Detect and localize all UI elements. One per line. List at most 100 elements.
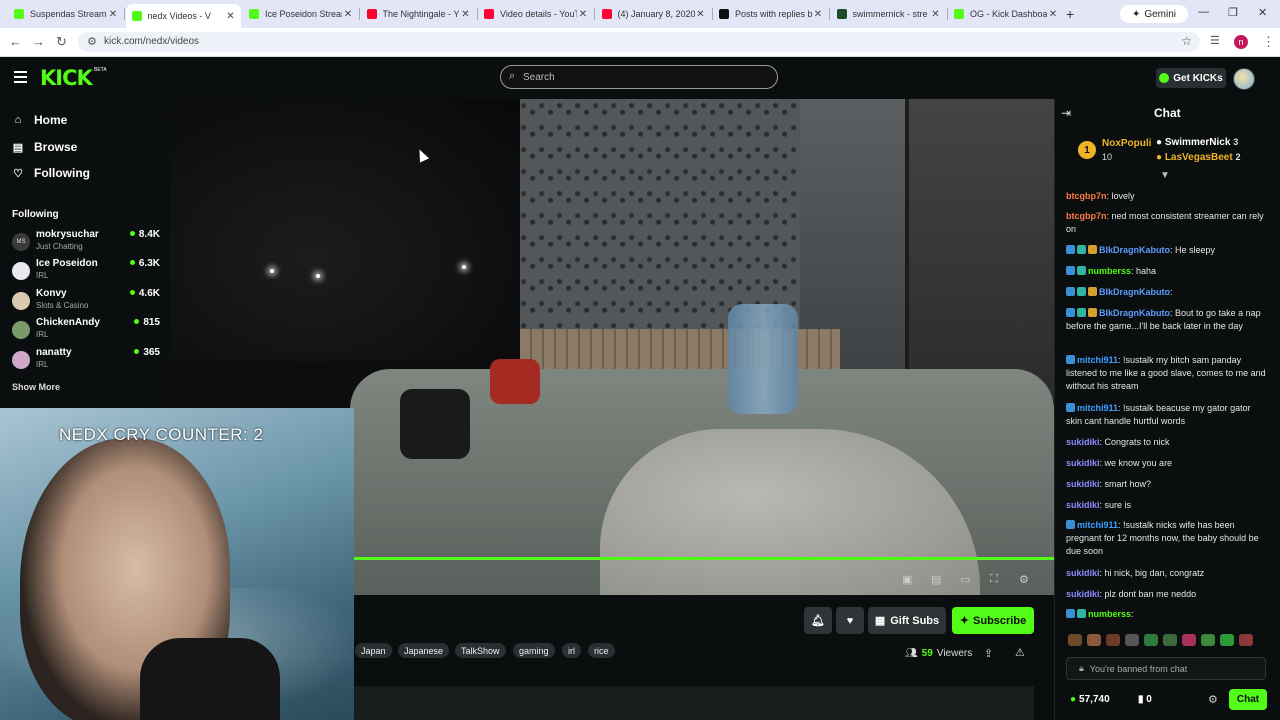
browser-tab[interactable]: Suspendas Stream ✕ <box>8 4 123 24</box>
extensions-icon[interactable]: ☰ <box>1210 34 1220 47</box>
reload-icon[interactable]: ↻ <box>56 34 67 50</box>
tag-chip[interactable]: Japanese <box>398 643 450 658</box>
chat-username[interactable]: BlkDragnKabuto <box>1099 287 1170 297</box>
tag-chip[interactable]: irl <box>562 643 581 658</box>
other-balance[interactable]: ▮ 0 <box>1138 694 1152 705</box>
chat-username[interactable]: sukidiki <box>1066 458 1100 468</box>
user-avatar[interactable] <box>1233 68 1255 90</box>
following-channel[interactable]: Konvy Slots & Casino 4.6K <box>12 288 160 316</box>
following-channel[interactable]: MS mokrysuchar Just Chatting 8.4K <box>12 229 160 257</box>
collapse-chat-icon[interactable]: ⇥ <box>1061 106 1071 120</box>
notification-bell-button[interactable]: 🔔︎ <box>804 607 832 634</box>
chat-username[interactable]: numberss <box>1088 609 1131 619</box>
emote-icon[interactable] <box>1068 634 1082 646</box>
share-icon[interactable]: ⇪ <box>984 647 993 660</box>
following-channel[interactable]: ChickenAndy IRL 815 <box>12 317 160 345</box>
back-icon[interactable]: ← <box>9 34 22 49</box>
chat-username[interactable]: btcgbp7n <box>1066 211 1107 221</box>
browser-tab[interactable]: The Nightingale - Y ✕ <box>361 4 476 24</box>
new-tab-button[interactable]: + <box>1066 6 1074 22</box>
tag-chip[interactable]: Japan <box>355 643 392 658</box>
tab-close-icon[interactable]: ✕ <box>812 9 824 20</box>
tag-chip[interactable]: rice <box>588 643 615 658</box>
chat-username[interactable]: sukidiki <box>1066 568 1100 578</box>
tab-title: (4) January 8, 2020 <box>617 9 695 19</box>
chat-username[interactable]: sukidiki <box>1066 589 1100 599</box>
browser-tab[interactable]: swimmernick - stre ✕ <box>831 4 946 24</box>
chat-username[interactable]: mitchi911 <box>1077 403 1118 413</box>
emote-icon[interactable] <box>1239 634 1253 646</box>
follow-button[interactable]: ♥ <box>836 607 864 634</box>
video-scene-water-jug <box>728 304 798 414</box>
browser-tab[interactable]: Ice Poseidon Strean ✕ <box>243 4 358 24</box>
emote-bar[interactable] <box>1068 634 1268 648</box>
emote-icon[interactable] <box>1220 634 1234 646</box>
chat-username[interactable]: BlkDragnKabuto <box>1099 245 1170 255</box>
tab-close-icon[interactable]: ✕ <box>225 11 237 22</box>
kicks-balance[interactable]: 57,740 <box>1070 694 1110 705</box>
minimize-icon[interactable]: — <box>1198 6 1209 18</box>
browser-tab[interactable]: Posts with replies by ✕ <box>713 4 828 24</box>
chat-username[interactable]: btcgbp7n <box>1066 191 1107 201</box>
fullscreen-icon[interactable]: ⛶ <box>990 573 998 586</box>
maximize-icon[interactable]: ❐ <box>1228 6 1238 19</box>
show-more-link[interactable]: Show More <box>12 382 60 392</box>
gift-subs-button[interactable]: ▦ Gift Subs <box>868 607 946 634</box>
browser-tab[interactable]: Video details - YouT ✕ <box>478 4 593 24</box>
tab-close-icon[interactable]: ✕ <box>460 9 472 20</box>
get-kicks-button[interactable]: Get KICKs <box>1156 68 1226 88</box>
chat-username[interactable]: mitchi911 <box>1077 355 1118 365</box>
emote-icon[interactable] <box>1144 634 1158 646</box>
profile-avatar[interactable]: n <box>1234 35 1248 49</box>
video-progress-bar[interactable] <box>354 557 1054 560</box>
hamburger-menu-icon[interactable] <box>14 71 27 86</box>
browser-tab[interactable]: (4) January 8, 2020 ✕ <box>596 4 711 24</box>
emote-icon[interactable] <box>1087 634 1101 646</box>
chat-username[interactable]: mitchi911 <box>1077 520 1118 530</box>
emote-icon[interactable] <box>1125 634 1139 646</box>
chat-badge-icon <box>1077 308 1086 317</box>
forward-icon[interactable]: → <box>32 34 45 49</box>
gemini-button[interactable]: ✦ Gemini <box>1120 5 1188 23</box>
nav-browse[interactable]: ▤ Browse <box>12 138 78 156</box>
chat-username[interactable]: sukidiki <box>1066 437 1100 447</box>
pip-icon[interactable]: ▣ <box>902 573 912 586</box>
emote-icon[interactable] <box>1106 634 1120 646</box>
tab-close-icon[interactable]: ✕ <box>695 9 707 20</box>
emote-icon[interactable] <box>1201 634 1215 646</box>
pinned-toggle-icon[interactable]: ▼ <box>1160 170 1170 181</box>
kick-logo[interactable]: KICK <box>40 66 93 90</box>
browser-tab[interactable]: OG - Kick Dashboar ✕ <box>948 4 1063 24</box>
tag-chip[interactable]: TalkShow <box>455 643 506 658</box>
chat-send-button[interactable]: Chat <box>1229 689 1267 710</box>
browser-menu-icon[interactable]: ⋮ <box>1262 34 1275 50</box>
nav-home[interactable]: ⌂ Home <box>12 111 68 129</box>
bookmark-star-icon[interactable]: ☆ <box>1181 34 1192 48</box>
emote-icon[interactable] <box>1163 634 1177 646</box>
tag-chip[interactable]: gaming <box>513 643 555 658</box>
settings-icon[interactable]: ⚙ <box>1019 573 1029 586</box>
subscribe-button[interactable]: ✦ Subscribe <box>952 607 1034 634</box>
search-input[interactable]: ⌕ Search <box>500 65 778 89</box>
following-channel[interactable]: Ice Poseidon IRL 6.3K <box>12 258 160 286</box>
theater-mode-icon[interactable]: ▭ <box>960 573 970 586</box>
tab-close-icon[interactable]: ✕ <box>107 9 119 20</box>
emote-icon[interactable] <box>1182 634 1196 646</box>
nav-following[interactable]: ♡ Following <box>12 164 90 182</box>
tab-close-icon[interactable]: ✕ <box>342 9 354 20</box>
tab-close-icon[interactable]: ✕ <box>1047 9 1059 20</box>
report-icon[interactable]: ⚠ <box>1015 646 1025 659</box>
browser-tab[interactable]: nedx Videos - V ✕ <box>125 4 241 28</box>
chat-settings-icon[interactable]: ⚙ <box>1208 693 1218 706</box>
window-close-icon[interactable]: ✕ <box>1258 6 1267 19</box>
tab-close-icon[interactable]: ✕ <box>577 9 589 20</box>
address-bar[interactable]: ⚙ kick.com/nedx/videos ☆ <box>78 32 1200 52</box>
chat-username[interactable]: sukidiki <box>1066 479 1100 489</box>
site-info-icon[interactable]: ⚙ <box>87 35 97 48</box>
following-channel[interactable]: nanatty IRL 365 <box>12 347 160 375</box>
tab-close-icon[interactable]: ✕ <box>930 9 942 20</box>
clip-icon[interactable]: ▤ <box>931 573 941 586</box>
chat-username[interactable]: BlkDragnKabuto <box>1099 308 1170 318</box>
chat-username[interactable]: sukidiki <box>1066 500 1100 510</box>
chat-username[interactable]: numberss <box>1088 266 1131 276</box>
